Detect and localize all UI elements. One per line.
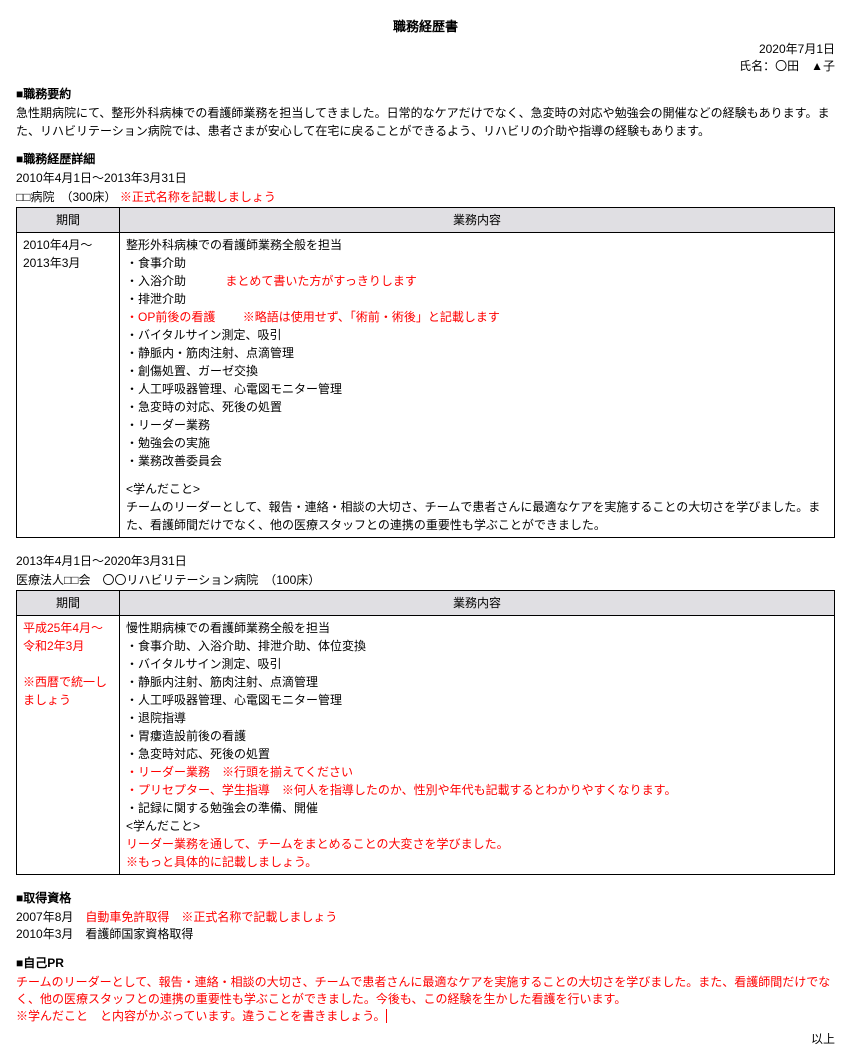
list-item: ・退院指導 [126,709,828,727]
th-content: 業務内容 [120,207,835,232]
th-period: 期間 [17,590,120,615]
qualification-line: 2010年3月 看護師国家資格取得 [16,925,835,942]
pr-note-text: ※学んだこと と内容がかぶっています。違うことを書きましょう。 [16,1009,385,1023]
list-item: ・バイタルサイン測定、吸引 [126,655,828,673]
list-item: ・静脈内・筋肉注射、点滴管理 [126,344,828,362]
list-item: ・入浴介助 まとめて書いた方がすっきりします [126,272,828,290]
table-header-row: 期間 業務内容 [17,590,835,615]
job1-period-line: 2010年4月1日～2013年3月31日 [16,169,835,186]
summary-text: 急性期病院にて、整形外科病棟での看護師業務を担当してきました。日常的なケアだけで… [16,104,835,140]
list-item: ・業務改善委員会 [126,452,828,470]
list-item: ・勉強会の実施 [126,434,828,452]
list-item: ・プリセプター、学生指導 ※何人を指導したのか、性別や年代も記載するとわかりやす… [126,781,828,799]
list-item: ・リーダー業務 [126,416,828,434]
job2-period: 平成25年4月～令和2年3月 [23,619,113,655]
bullet-text: ・OP前後の看護 [126,310,215,324]
qualifications-heading: ■取得資格 [16,889,835,906]
bullet-note: まとめて書いた方がすっきりします [225,274,417,288]
job1-hospital-note: ※正式名称を記載しましょう [120,190,276,204]
pr-note: ※学んだこと と内容がかぶっています。違うことを書きましょう。 [16,1007,835,1024]
learned-text: リーダー業務を通して、チームをまとめることの大変さを学びました。 [126,835,828,853]
th-content: 業務内容 [120,590,835,615]
job1-period-cell: 2010年4月～2013年3月 [17,232,120,537]
job2-period-note: ※西暦で統一しましょう [23,673,113,709]
header-meta: 2020年7月1日 氏名：〇田 ▲子 [16,41,835,75]
qual-text: 自動車免許取得 ※正式名称で記載しましょう [85,910,337,924]
job2-hospital-line: 医療法人□□会 〇〇リハビリテーション病院 （100床） [16,571,835,588]
job1-role: 整形外科病棟での看護師業務全般を担当 [126,236,828,254]
document-date: 2020年7月1日 [16,41,835,58]
list-item: ・バイタルサイン測定、吸引 [126,326,828,344]
job1-content-cell: 整形外科病棟での看護師業務全般を担当 ・食事介助 ・入浴介助 まとめて書いた方が… [120,232,835,537]
pr-heading: ■自己PR [16,954,835,971]
learned-note: ※もっと具体的に記載しましょう。 [126,853,828,871]
qual-date: 2007年8月 [16,910,73,924]
job2-content-cell: 慢性期病棟での看護師業務全般を担当 ・食事介助、入浴介助、排泄介助、体位変換 ・… [120,615,835,874]
list-item: ・人工呼吸器管理、心電図モニター管理 [126,380,828,398]
table-row: 2010年4月～2013年3月 整形外科病棟での看護師業務全般を担当 ・食事介助… [17,232,835,537]
list-item: ・OP前後の看護 ※略語は使用せず、「術前・術後」と記載します [126,308,828,326]
period-blank [23,655,113,673]
pr-text: チームのリーダーとして、報告・連絡・相談の大切さ、チームで患者さんに最適なケアを… [16,973,835,1007]
history-heading: ■職務経歴詳細 [16,150,835,167]
list-item: ・胃瘻造設前後の看護 [126,727,828,745]
list-item: ・排泄介助 [126,290,828,308]
job2-period-line: 2013年4月1日～2020年3月31日 [16,552,835,569]
list-item: ・創傷処置、ガーゼ交換 [126,362,828,380]
job1-hospital-line: □□病院 （300床） ※正式名称を記載しましょう [16,188,835,205]
learned-heading: <学んだこと> [126,817,828,835]
bullet-note: ※略語は使用せず、「術前・術後」と記載します [243,310,500,324]
table-header-row: 期間 業務内容 [17,207,835,232]
document-title: 職務経歴書 [16,16,835,35]
th-period: 期間 [17,207,120,232]
bullet-text: ・入浴介助 [126,274,186,288]
list-item: ・記録に関する勉強会の準備、開催 [126,799,828,817]
summary-heading: ■職務要約 [16,85,835,102]
list-item: ・食事介助 [126,254,828,272]
footer-end: 以上 [16,1030,835,1047]
list-item: ・静脈内注射、筋肉注射、点滴管理 [126,673,828,691]
list-item: ・人工呼吸器管理、心電図モニター管理 [126,691,828,709]
learned-heading: <学んだこと> [126,480,828,498]
job2-period-cell: 平成25年4月～令和2年3月 ※西暦で統一しましょう [17,615,120,874]
job2-table: 期間 業務内容 平成25年4月～令和2年3月 ※西暦で統一しましょう 慢性期病棟… [16,590,835,875]
qualification-line: 2007年8月 自動車免許取得 ※正式名称で記載しましょう [16,908,835,925]
spacer [126,470,828,480]
list-item: ・急変時対応、死後の処置 [126,745,828,763]
list-item: ・急変時の対応、死後の処置 [126,398,828,416]
table-row: 平成25年4月～令和2年3月 ※西暦で統一しましょう 慢性期病棟での看護師業務全… [17,615,835,874]
job2-role: 慢性期病棟での看護師業務全般を担当 [126,619,828,637]
list-item: ・食事介助、入浴介助、排泄介助、体位変換 [126,637,828,655]
learned-text: チームのリーダーとして、報告・連絡・相談の大切さ、チームで患者さんに最適なケアを… [126,498,828,534]
list-item: ・リーダー業務 ※行頭を揃えてください [126,763,828,781]
author-name: 氏名：〇田 ▲子 [16,58,835,75]
job1-hospital: □□病院 （300床） [16,190,117,204]
job1-table: 期間 業務内容 2010年4月～2013年3月 整形外科病棟での看護師業務全般を… [16,207,835,538]
